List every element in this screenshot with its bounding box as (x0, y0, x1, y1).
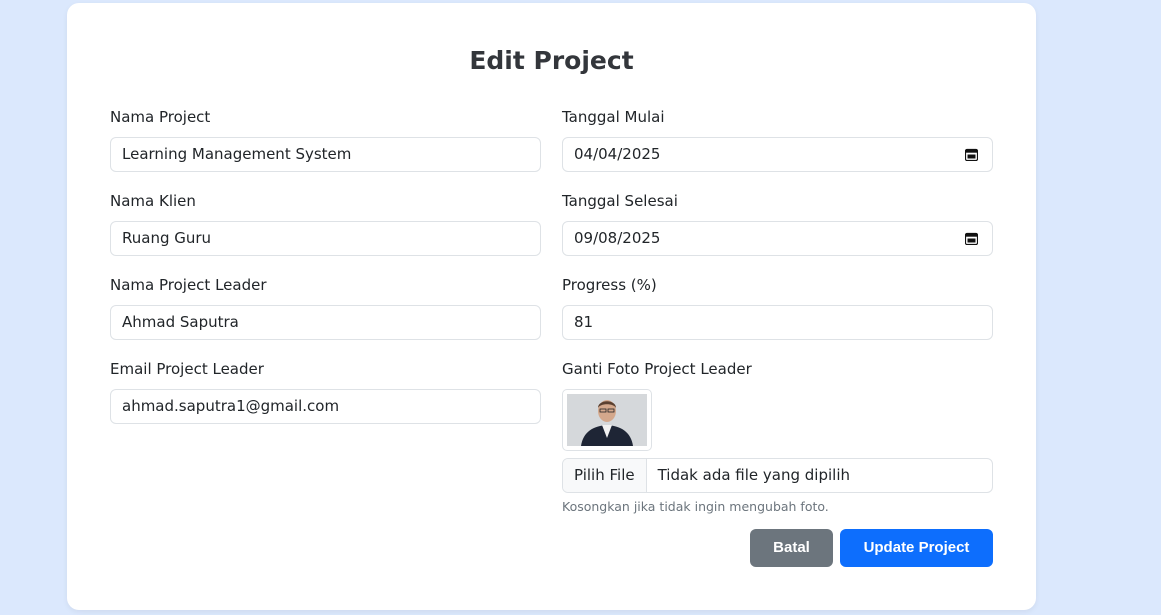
tanggal-mulai-value: 04/04/2025 (574, 145, 661, 163)
left-column: Nama Project Learning Management System … (110, 106, 541, 442)
nama-project-input[interactable]: Learning Management System (110, 137, 541, 172)
email-leader-group: Email Project Leader ahmad.saputra1@gmai… (110, 358, 541, 424)
cancel-button[interactable]: Batal (750, 529, 833, 567)
update-project-button[interactable]: Update Project (840, 529, 993, 567)
tanggal-selesai-input[interactable]: 09/08/2025 (562, 221, 993, 256)
email-leader-input[interactable]: ahmad.saputra1@gmail.com (110, 389, 541, 424)
tanggal-mulai-label: Tanggal Mulai (562, 108, 665, 126)
leader-photo-image (567, 394, 647, 446)
nama-leader-group: Nama Project Leader Ahmad Saputra (110, 274, 541, 340)
file-status-text: Tidak ada file yang dipilih (657, 466, 851, 484)
nama-klien-input[interactable]: Ruang Guru (110, 221, 541, 256)
calendar-icon[interactable] (965, 232, 978, 245)
nama-klien-group: Nama Klien Ruang Guru (110, 190, 541, 256)
tanggal-selesai-group: Tanggal Selesai 09/08/2025 (562, 190, 993, 256)
edit-project-card: Edit Project Nama Project Learning Manag… (67, 3, 1036, 610)
email-leader-label: Email Project Leader (110, 360, 264, 378)
photo-group: Ganti Foto Project Leader Pilih File Tid… (562, 358, 993, 514)
nama-project-group: Nama Project Learning Management System (110, 106, 541, 172)
progress-input[interactable]: 81 (562, 305, 993, 340)
nama-leader-label: Nama Project Leader (110, 276, 267, 294)
photo-label: Ganti Foto Project Leader (562, 360, 752, 378)
nama-project-label: Nama Project (110, 108, 211, 126)
progress-group: Progress (%) 81 (562, 274, 993, 340)
leader-photo-thumbnail (562, 389, 652, 451)
progress-label: Progress (%) (562, 276, 657, 294)
tanggal-mulai-group: Tanggal Mulai 04/04/2025 (562, 106, 993, 172)
tanggal-selesai-value: 09/08/2025 (574, 229, 661, 247)
calendar-icon[interactable] (965, 148, 978, 161)
nama-klien-label: Nama Klien (110, 192, 196, 210)
photo-file-input[interactable]: Pilih File Tidak ada file yang dipilih (562, 458, 993, 493)
nama-leader-input[interactable]: Ahmad Saputra (110, 305, 541, 340)
right-column: Tanggal Mulai 04/04/2025 Tanggal Selesai… (562, 106, 993, 532)
page-title: Edit Project (469, 46, 634, 75)
choose-file-button[interactable]: Pilih File (563, 459, 647, 492)
tanggal-mulai-input[interactable]: 04/04/2025 (562, 137, 993, 172)
tanggal-selesai-label: Tanggal Selesai (562, 192, 678, 210)
photo-hint: Kosongkan jika tidak ingin mengubah foto… (562, 499, 829, 514)
